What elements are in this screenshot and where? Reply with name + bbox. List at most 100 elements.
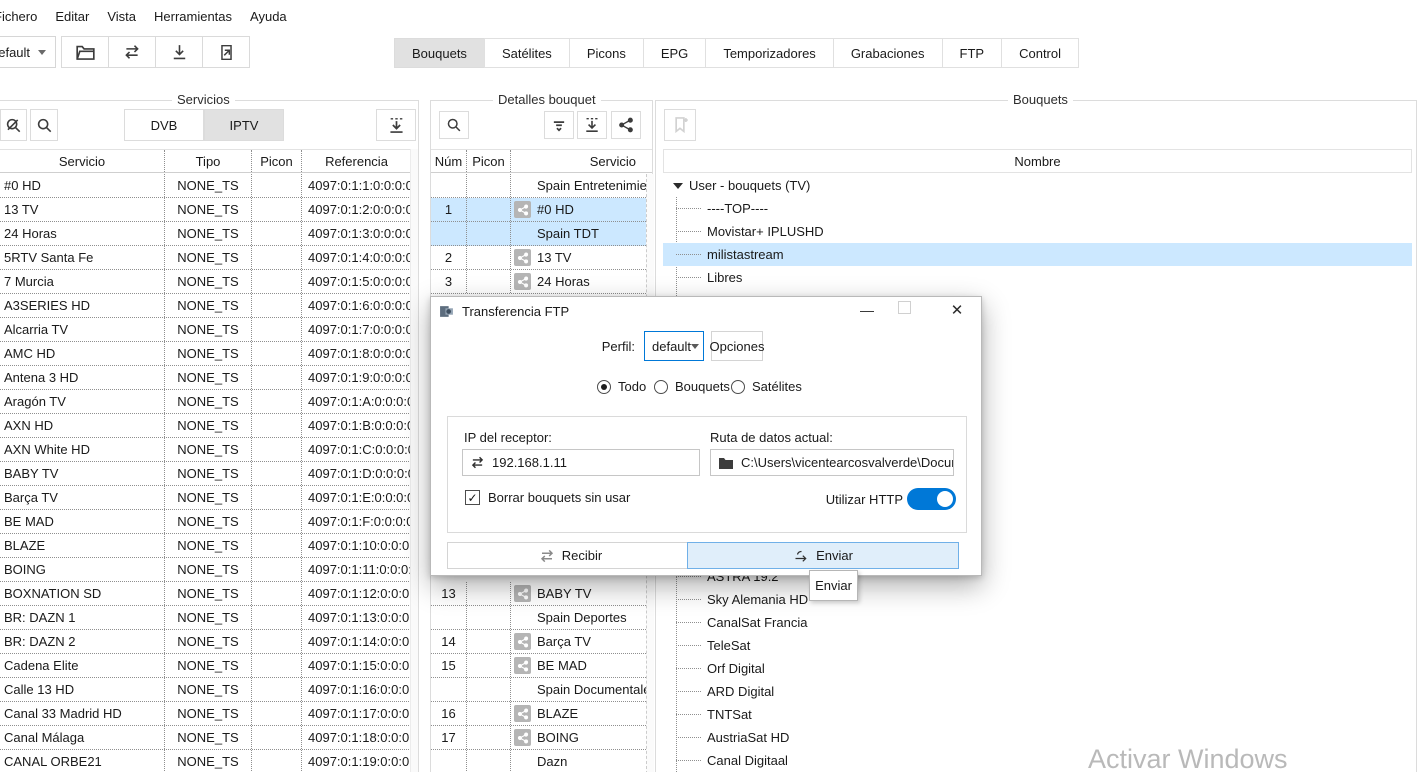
profile-combobox[interactable]: default bbox=[0, 36, 56, 68]
send-button[interactable]: Enviar bbox=[687, 542, 959, 569]
service-row[interactable]: Canal MálagaNONE_TS4097:0:1:18:0:0:0:0:0… bbox=[0, 726, 411, 750]
service-row[interactable]: Canal 33 Madrid HDNONE_TS4097:0:1:17:0:0… bbox=[0, 702, 411, 726]
radio-todo[interactable]: Todo bbox=[597, 379, 646, 394]
menu-herramientas[interactable]: Herramientas bbox=[145, 6, 241, 27]
export-button[interactable] bbox=[202, 36, 250, 68]
service-row[interactable]: BLAZENONE_TS4097:0:1:10:0:0:0:0:0:0 bbox=[0, 534, 411, 558]
tab-epg[interactable]: EPG bbox=[643, 38, 706, 68]
bouquet-entry-row[interactable]: 16BLAZE bbox=[431, 702, 646, 726]
delete-unused-checkbox[interactable]: ✓ Borrar bouquets sin usar bbox=[465, 490, 630, 505]
service-row[interactable]: AMC HDNONE_TS4097:0:1:8:0:0:0:0:0:0 bbox=[0, 342, 411, 366]
details-share-button[interactable] bbox=[611, 111, 641, 139]
marker-row[interactable]: Spain Documentales bbox=[431, 678, 646, 702]
marker-row[interactable]: Spain Deportes bbox=[431, 606, 646, 630]
radio-bouquets[interactable]: Bouquets bbox=[654, 379, 730, 394]
bouquet-tree-item[interactable]: Libres bbox=[663, 266, 1412, 289]
service-row[interactable]: Calle 13 HDNONE_TS4097:0:1:16:0:0:0:0:0:… bbox=[0, 678, 411, 702]
close-button[interactable]: ✕ bbox=[943, 297, 971, 323]
service-row[interactable]: CANAL ORBE21NONE_TS4097:0:1:19:0:0:0:0:0… bbox=[0, 750, 411, 772]
dvb-toggle-button[interactable]: DVB bbox=[124, 109, 204, 141]
bouquet-tree-item[interactable]: Sky Alemania HD bbox=[663, 588, 1412, 611]
tab-grabaciones[interactable]: Grabaciones bbox=[833, 38, 943, 68]
service-row[interactable]: BR: DAZN 1NONE_TS4097:0:1:13:0:0:0:0:0:0 bbox=[0, 606, 411, 630]
radio-satélites[interactable]: Satélites bbox=[731, 379, 802, 394]
bouquet-tree-item[interactable]: Orf Digital bbox=[663, 657, 1412, 680]
bouquet-tree-item[interactable]: AustriaSat HD bbox=[663, 726, 1412, 749]
bouquet-entry-row[interactable]: 17BOING bbox=[431, 726, 646, 750]
column-picon[interactable]: Picon bbox=[252, 150, 302, 172]
marker-row[interactable]: Spain TDT bbox=[431, 222, 646, 246]
column-num[interactable]: Núm bbox=[431, 150, 467, 172]
service-row[interactable]: AXN White HDNONE_TS4097:0:1:C:0:0:0:0:0:… bbox=[0, 438, 411, 462]
dialog-profile-combobox[interactable]: default bbox=[644, 331, 704, 361]
bouquet-entry-row[interactable]: 1#0 HD bbox=[431, 198, 646, 222]
marker-row[interactable]: Spain Entretenimient bbox=[431, 174, 646, 198]
open-file-button[interactable] bbox=[61, 36, 109, 68]
column-servicio[interactable]: Servicio bbox=[0, 150, 165, 172]
service-row[interactable]: A3SERIES HDNONE_TS4097:0:1:6:0:0:0:0:0:0 bbox=[0, 294, 411, 318]
service-row[interactable]: 5RTV Santa FeNONE_TS4097:0:1:4:0:0:0:0:0… bbox=[0, 246, 411, 270]
tab-satélites[interactable]: Satélites bbox=[484, 38, 570, 68]
receive-button[interactable]: Recibir bbox=[447, 542, 694, 569]
tab-control[interactable]: Control bbox=[1001, 38, 1079, 68]
bouquet-tree-item[interactable]: Movistar+ IPLUSHD bbox=[663, 220, 1412, 243]
details-search-button[interactable] bbox=[439, 111, 469, 139]
bouquet-tree-item[interactable]: TNTSat bbox=[663, 703, 1412, 726]
service-row[interactable]: Cadena EliteNONE_TS4097:0:1:15:0:0:0:0:0… bbox=[0, 654, 411, 678]
options-button[interactable]: Opciones bbox=[711, 331, 763, 361]
column-servicio[interactable]: Servicio bbox=[511, 150, 646, 172]
bouquet-tree-item[interactable]: ARD Digital bbox=[663, 680, 1412, 703]
service-row[interactable]: AXN HDNONE_TS4097:0:1:B:0:0:0:0:0:0 bbox=[0, 414, 411, 438]
tab-bouquets[interactable]: Bouquets bbox=[394, 38, 485, 68]
transfer-button[interactable] bbox=[108, 36, 156, 68]
import-services-button[interactable] bbox=[376, 109, 416, 141]
menu-ayuda[interactable]: Ayuda bbox=[241, 6, 296, 27]
tab-temporizadores[interactable]: Temporizadores bbox=[705, 38, 834, 68]
service-row[interactable]: Antena 3 HDNONE_TS4097:0:1:9:0:0:0:0:0:0 bbox=[0, 366, 411, 390]
bouquet-tree-item[interactable]: milistastream bbox=[663, 243, 1412, 266]
filter-button[interactable] bbox=[544, 111, 574, 139]
tab-ftp[interactable]: FTP bbox=[942, 38, 1003, 68]
service-row[interactable]: Barça TVNONE_TS4097:0:1:E:0:0:0:0:0:0 bbox=[0, 486, 411, 510]
bouquet-tree-item[interactable]: TeleSat bbox=[663, 634, 1412, 657]
minimize-button[interactable]: — bbox=[853, 297, 881, 323]
column-nombre[interactable]: Nombre bbox=[664, 149, 1411, 173]
column-picon[interactable]: Picon bbox=[467, 150, 511, 172]
bouquet-entry-row[interactable]: 14Barça TV bbox=[431, 630, 646, 654]
data-path-input[interactable]: C:\Users\vicentearcosvalverde\Documents\ bbox=[710, 449, 954, 476]
menu-fichero[interactable]: Fichero bbox=[0, 6, 46, 27]
service-row[interactable]: BR: DAZN 2NONE_TS4097:0:1:14:0:0:0:0:0:0 bbox=[0, 630, 411, 654]
service-row[interactable]: Aragón TVNONE_TS4097:0:1:A:0:0:0:0:0:0 bbox=[0, 390, 411, 414]
ip-input[interactable]: 192.168.1.11 bbox=[462, 449, 700, 476]
bouquet-entry-row[interactable]: 13BABY TV bbox=[431, 582, 646, 606]
service-row[interactable]: Alcarria TVNONE_TS4097:0:1:7:0:0:0:0:0:0 bbox=[0, 318, 411, 342]
marker-row[interactable]: Dazn bbox=[431, 750, 646, 772]
http-toggle[interactable] bbox=[907, 488, 956, 510]
search-button[interactable] bbox=[30, 109, 58, 141]
services-scrollbar[interactable] bbox=[410, 149, 418, 772]
service-row[interactable]: BABY TVNONE_TS4097:0:1:D:0:0:0:0:0:0 bbox=[0, 462, 411, 486]
service-row[interactable]: BOXNATION SDNONE_TS4097:0:1:12:0:0:0:0:0… bbox=[0, 582, 411, 606]
bouquet-entry-row[interactable]: 213 TV bbox=[431, 246, 646, 270]
dialog-titlebar[interactable]: Transferencia FTP — ✕ bbox=[431, 297, 981, 325]
bouquet-tree-item[interactable]: Canal Digitaal bbox=[663, 749, 1412, 772]
service-row[interactable]: #0 HDNONE_TS4097:0:1:1:0:0:0:0:0:0 bbox=[0, 174, 411, 198]
menu-editar[interactable]: Editar bbox=[46, 6, 98, 27]
maximize-button[interactable] bbox=[898, 301, 911, 314]
download-button[interactable] bbox=[155, 36, 203, 68]
iptv-toggle-button[interactable]: IPTV bbox=[204, 109, 284, 141]
service-row[interactable]: 7 MurciaNONE_TS4097:0:1:5:0:0:0:0:0:0 bbox=[0, 270, 411, 294]
service-row[interactable]: BOINGNONE_TS4097:0:1:11:0:0:0:0:0:0 bbox=[0, 558, 411, 582]
clear-search-button[interactable] bbox=[0, 109, 27, 141]
tab-picons[interactable]: Picons bbox=[569, 38, 644, 68]
menu-vista[interactable]: Vista bbox=[98, 6, 145, 27]
service-row[interactable]: BE MADNONE_TS4097:0:1:F:0:0:0:0:0:0 bbox=[0, 510, 411, 534]
bouquet-entry-row[interactable]: 324 Horas bbox=[431, 270, 646, 294]
column-referencia[interactable]: Referencia bbox=[302, 150, 411, 172]
bouquet-tree-item[interactable]: ----TOP---- bbox=[663, 197, 1412, 220]
service-row[interactable]: 24 HorasNONE_TS4097:0:1:3:0:0:0:0:0:0 bbox=[0, 222, 411, 246]
details-import-button[interactable] bbox=[577, 111, 607, 139]
bouquet-tree-item[interactable]: CanalSat Francia bbox=[663, 611, 1412, 634]
bouquet-entry-row[interactable]: 15BE MAD bbox=[431, 654, 646, 678]
add-bouquet-button[interactable] bbox=[664, 109, 696, 141]
